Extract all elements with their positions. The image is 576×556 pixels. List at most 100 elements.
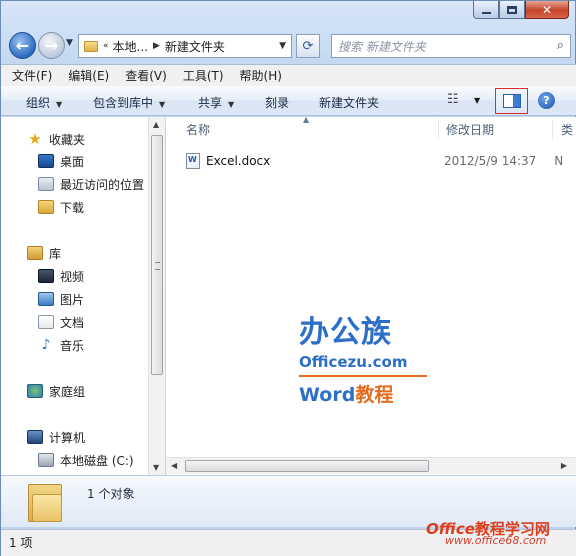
breadcrumb-current[interactable]: 新建文件夹 [165,38,225,55]
nav-music[interactable]: ♪ 音乐 [38,335,84,355]
search-placeholder: 搜索 新建文件夹 [338,39,426,54]
new-folder-button[interactable]: 新建文件夹 [319,94,379,111]
column-header-name[interactable]: 名称 [186,117,210,141]
nav-downloads[interactable]: 下载 [38,197,84,217]
refresh-icon: ⟳ [302,38,314,54]
nav-videos-label: 视频 [60,269,85,284]
preview-pane-icon [502,94,521,108]
nav-documents[interactable]: 文档 [38,312,84,332]
scroll-up-icon[interactable]: ▲ [153,120,159,129]
nav-local-disk-label: 本地磁盘 (C:) [60,453,134,468]
view-dropdown-icon[interactable]: ▼ [474,96,480,105]
folder-icon [84,40,98,52]
nav-scrollbar[interactable]: ▲ ▼ [148,117,165,475]
column-header-date[interactable]: 修改日期 [446,117,494,141]
column-divider[interactable] [552,119,553,139]
office68-url: www.office68.com [445,534,547,547]
organize-button[interactable]: 组织 ▼ [26,94,62,111]
minimize-button[interactable] [473,1,499,19]
search-icon[interactable]: ⌕ [557,38,564,53]
search-input[interactable]: 搜索 新建文件夹 ⌕ [331,34,571,58]
arrow-right-icon: → [44,36,59,55]
file-row[interactable]: Excel.docx 2012/5/9 14:37 N [186,151,566,171]
arrow-left-icon: ← [15,36,30,55]
recent-pages-dropdown[interactable]: ▼ [66,38,73,48]
menu-edit[interactable]: 编辑(E) [68,67,109,84]
horizontal-scroll-thumb[interactable] [185,460,429,472]
close-icon: ✕ [541,2,553,17]
watermark-tutorial: 教程 [355,384,394,406]
word-document-icon [186,153,200,169]
menu-help[interactable]: 帮助(H) [240,67,282,84]
nav-libraries[interactable]: 库 [27,243,61,263]
share-button[interactable]: 共享 ▼ [198,94,234,111]
menu-file[interactable]: 文件(F) [12,67,52,84]
file-name: Excel.docx [206,154,271,168]
nav-documents-label: 文档 [60,315,85,330]
nav-favorites-label: 收藏夹 [49,132,86,147]
close-button[interactable]: ✕ [525,1,569,19]
breadcrumb-local[interactable]: 本地... [113,38,148,55]
nav-downloads-label: 下载 [60,200,85,215]
nav-pictures[interactable]: 图片 [38,289,84,309]
caret-down-icon: ▼ [159,100,166,109]
navigation-pane: ★ 收藏夹 桌面 最近访问的位置 下载 库 视频 图片 文档 ♪ 音乐 家庭组 计算… [1,117,165,475]
downloads-icon [38,200,54,214]
nav-pictures-label: 图片 [60,292,85,307]
library-icon [27,246,43,260]
nav-libraries-label: 库 [49,246,62,261]
folder-front [32,494,62,522]
burn-button[interactable]: 刻录 [265,94,289,111]
breadcrumb-overflow[interactable]: « [103,41,109,51]
view-list-icon[interactable]: ☷ [447,92,459,107]
maximize-button[interactable] [499,1,525,19]
forward-button[interactable]: → [38,32,65,59]
column-header-type[interactable]: 类 [561,117,573,141]
nav-local-disk[interactable]: 本地磁盘 (C:) [38,450,134,470]
address-dropdown-icon[interactable]: ▼ [279,41,286,51]
help-icon: ? [543,94,550,107]
include-library-button[interactable]: 包含到库中 ▼ [93,94,165,111]
nav-videos[interactable]: 视频 [38,266,84,286]
horizontal-scrollbar[interactable]: ◀ ▶ [166,457,576,474]
nav-computer-label: 计算机 [49,430,86,445]
scroll-down-icon[interactable]: ▼ [153,463,159,472]
refresh-button[interactable]: ⟳ [296,34,320,58]
file-type: N [554,154,564,168]
homegroup-icon [27,384,43,398]
watermark-subtitle: Word教程 [299,375,427,407]
organize-label: 组织 [26,96,51,110]
include-library-label: 包含到库中 [93,96,154,110]
caret-down-icon: ▼ [228,100,235,109]
nav-favorites[interactable]: ★ 收藏夹 [27,129,85,149]
recent-places-icon [38,177,54,191]
menu-view[interactable]: 查看(V) [125,67,167,84]
menu-tools[interactable]: 工具(T) [183,67,224,84]
watermark-word: Word [299,384,356,406]
scroll-left-icon[interactable]: ◀ [171,461,177,470]
pictures-icon [38,292,54,306]
disk-icon [38,453,54,467]
nav-homegroup[interactable]: 家庭组 [27,381,85,401]
back-button[interactable]: ← [9,32,36,59]
nav-recent[interactable]: 最近访问的位置 [38,174,144,194]
grip-icon [155,262,160,270]
address-bar[interactable]: « 本地... ▶ 新建文件夹 ▼ [78,34,292,58]
chevron-right-icon[interactable]: ▶ [153,41,160,51]
computer-icon [27,430,43,444]
preview-pane-button[interactable] [495,88,528,114]
minimize-icon [481,11,491,14]
nav-music-label: 音乐 [60,338,85,353]
desktop-icon [38,154,54,168]
documents-icon [38,315,54,329]
nav-desktop[interactable]: 桌面 [38,151,84,171]
nav-scroll-thumb[interactable] [151,135,163,375]
star-icon: ★ [28,130,42,148]
sort-arrow-icon: ▲ [303,115,310,124]
status-item-count: 1 项 [9,536,33,550]
scroll-right-icon[interactable]: ▶ [561,461,567,470]
help-button[interactable]: ? [538,92,555,109]
nav-computer[interactable]: 计算机 [27,427,85,447]
caret-down-icon: ▼ [56,100,63,109]
column-divider[interactable] [438,119,439,139]
